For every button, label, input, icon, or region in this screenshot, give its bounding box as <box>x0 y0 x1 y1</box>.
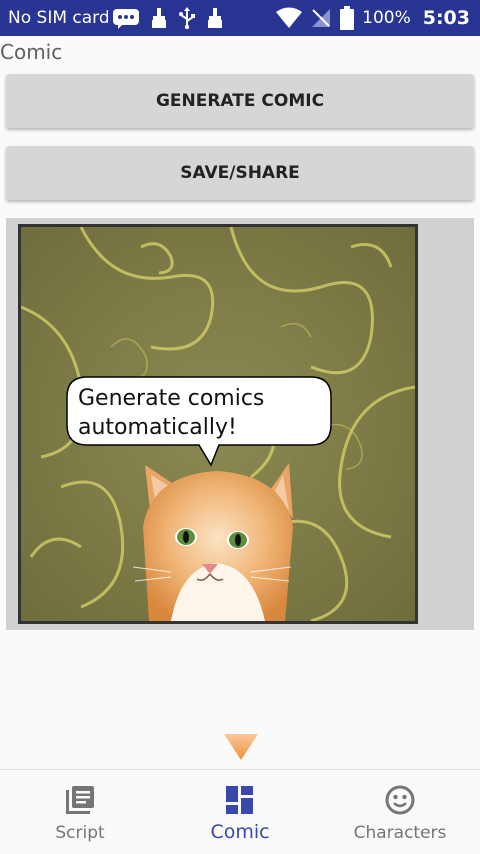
wifi-icon <box>276 7 303 28</box>
usb-icon <box>179 7 195 29</box>
dashboard-icon <box>226 786 253 814</box>
cleaning-icon <box>208 8 222 28</box>
nav-label-comic: Comic <box>210 821 270 843</box>
no-signal-icon <box>312 9 331 27</box>
smiley-icon <box>385 785 415 815</box>
speech-bubble-text: Generate comics automatically! <box>78 384 328 442</box>
generate-comic-button[interactable]: GENERATE COMIC <box>6 74 474 128</box>
carrier-text: No SIM card <box>8 8 108 28</box>
chat-icon <box>113 9 139 29</box>
save-share-button[interactable]: SAVE/SHARE <box>6 146 474 200</box>
nav-item-script[interactable]: Script <box>0 770 160 854</box>
speech-line: Generate comics <box>78 386 265 411</box>
nav-label-characters: Characters <box>353 823 447 843</box>
system-status: 100% 5:03 <box>276 5 470 31</box>
bottom-navigation: Script Comic Characters <box>0 769 480 854</box>
battery-percent: 100% <box>362 8 411 28</box>
battery-icon <box>340 6 355 30</box>
page-title: Comic <box>0 40 63 64</box>
cleaning-icon <box>152 8 166 28</box>
nav-label-script: Script <box>55 823 105 843</box>
clock: 5:03 <box>422 7 470 29</box>
nav-item-characters[interactable]: Characters <box>320 770 480 854</box>
notification-icons <box>112 6 224 30</box>
status-bar: No SIM card 100% 5:03 <box>0 0 480 36</box>
speech-line: automatically! <box>78 415 237 440</box>
expand-arrow-icon[interactable] <box>224 734 258 760</box>
list-icon <box>66 786 94 814</box>
nav-item-comic[interactable]: Comic <box>160 770 320 854</box>
